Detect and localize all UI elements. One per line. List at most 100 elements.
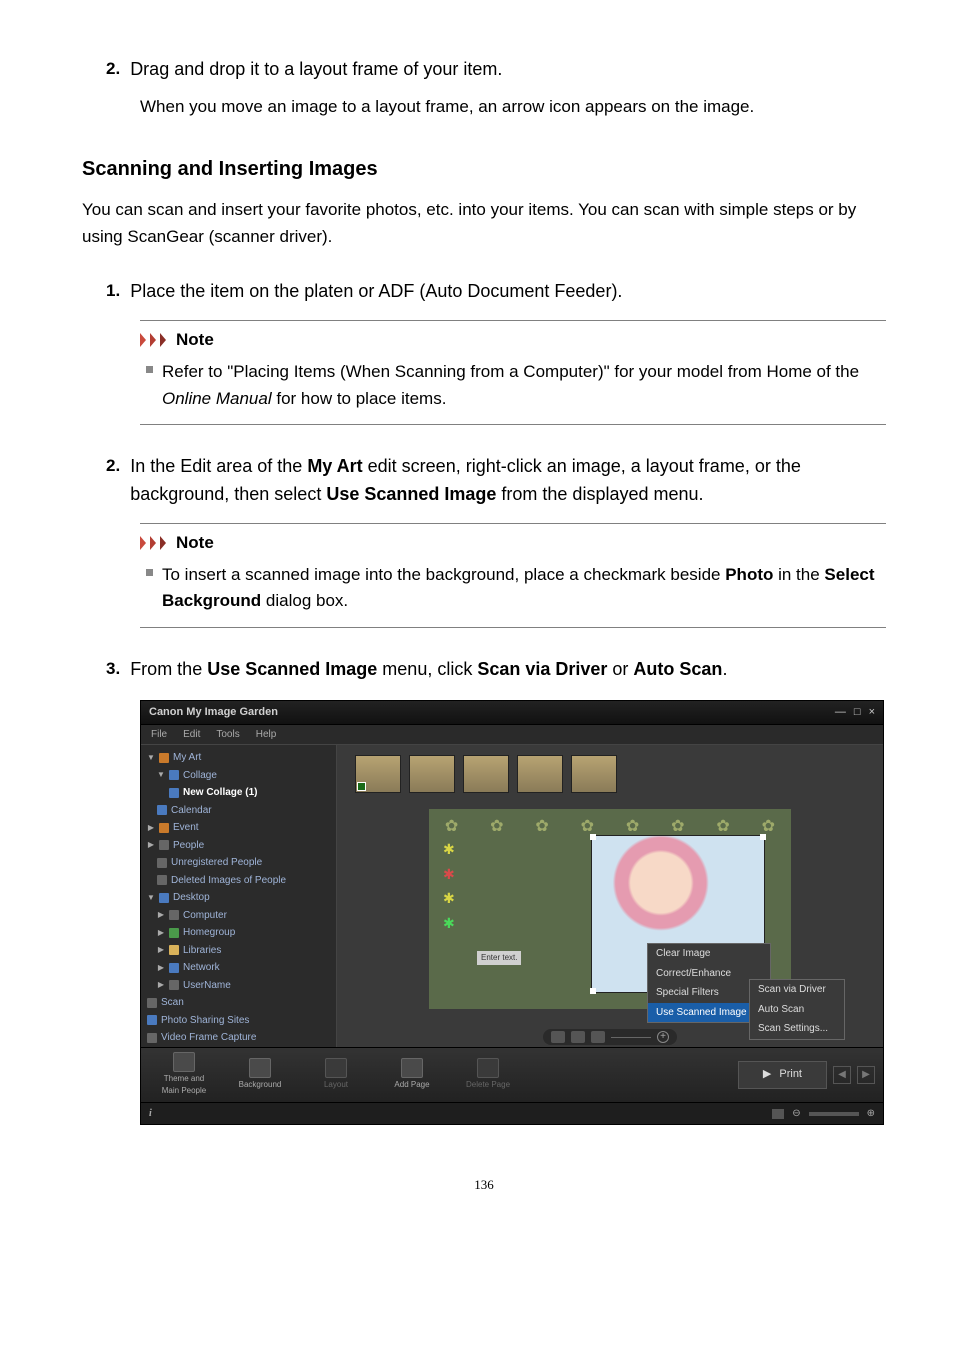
thumbnail-strip <box>337 745 883 803</box>
btn-theme-people[interactable]: Theme and Main People <box>149 1052 219 1098</box>
thumbnail[interactable] <box>463 755 509 793</box>
user-icon <box>169 980 179 990</box>
window-title: Canon My Image Garden <box>149 704 278 721</box>
step-text: Drag and drop it to a layout frame of yo… <box>130 56 502 84</box>
step-number: 3. <box>106 656 120 684</box>
sidebar-item-collage[interactable]: ▼Collage <box>145 767 332 785</box>
network-icon <box>169 963 179 973</box>
btn-print[interactable]: ▶Print <box>738 1061 827 1088</box>
sidebar-item-scan[interactable]: Scan <box>145 994 332 1012</box>
sidebar-item-computer[interactable]: ▶Computer <box>145 907 332 925</box>
note-chevron-icon <box>140 536 170 550</box>
event-icon <box>159 823 169 833</box>
rotate-left-icon[interactable] <box>551 1031 565 1043</box>
menu-help[interactable]: Help <box>256 727 277 743</box>
close-icon[interactable]: × <box>869 704 875 721</box>
maximize-icon[interactable]: □ <box>854 704 861 721</box>
menu-file[interactable]: File <box>151 727 167 743</box>
menu-edit[interactable]: Edit <box>183 727 200 743</box>
sharing-icon <box>147 1015 157 1025</box>
video-icon <box>147 1033 157 1043</box>
note-body: Refer to "Placing Items (When Scanning f… <box>140 357 886 414</box>
menubar: File Edit Tools Help <box>141 725 883 746</box>
btn-next[interactable]: ▶ <box>857 1066 875 1084</box>
sidebar-item-event[interactable]: ▶Event <box>145 819 332 837</box>
checkmark-icon <box>357 782 366 791</box>
submenu-auto-scan[interactable]: Auto Scan <box>750 1000 844 1020</box>
note-em: Online Manual <box>162 389 272 408</box>
submenu-scan-via-driver[interactable]: Scan via Driver <box>750 980 844 1000</box>
menu-tools[interactable]: Tools <box>216 727 239 743</box>
thumbnail[interactable] <box>355 755 401 793</box>
canvas-decor-stars: ✱✱✱✱ <box>443 839 455 935</box>
sidebar-item-deleted[interactable]: Deleted Images of People <box>145 872 332 890</box>
palette-icon <box>159 753 169 763</box>
context-submenu: Scan via Driver Auto Scan Scan Settings.… <box>749 979 845 1040</box>
layout-icon <box>325 1058 347 1078</box>
rotate-right-icon[interactable] <box>571 1031 585 1043</box>
step-text: From the Use Scanned Image menu, click S… <box>130 656 727 684</box>
folder-icon <box>169 945 179 955</box>
sidebar-item-libraries[interactable]: ▶Libraries <box>145 942 332 960</box>
sidebar-item-username[interactable]: ▶UserName <box>145 977 332 995</box>
note-box: Note To insert a scanned image into the … <box>140 523 886 628</box>
scan-icon <box>147 998 157 1008</box>
slider-minus-icon[interactable]: ⊖ <box>792 1106 800 1122</box>
collage-icon <box>169 770 179 780</box>
theme-icon <box>173 1052 195 1072</box>
ctx-clear-image[interactable]: Clear Image <box>648 944 770 964</box>
note-label: Note <box>176 327 214 353</box>
btn-layout: Layout <box>301 1058 371 1091</box>
sidebar-item-new-collage[interactable]: New Collage (1) <box>145 784 332 802</box>
sidebar-item-myart[interactable]: ▼My Art <box>145 749 332 767</box>
slider-plus-icon[interactable]: ⊕ <box>867 1106 875 1122</box>
view-icon[interactable] <box>772 1109 784 1119</box>
step-number: 2. <box>106 453 120 509</box>
trash-icon[interactable] <box>591 1031 605 1043</box>
app-window: Canon My Image Garden — □ × File Edit To… <box>140 700 884 1126</box>
sidebar-item-unregistered[interactable]: Unregistered People <box>145 854 332 872</box>
background-icon <box>249 1058 271 1078</box>
text-placeholder[interactable]: Enter text. <box>477 951 521 965</box>
note-text: Refer to "Placing Items (When Scanning f… <box>162 362 859 381</box>
minimize-icon[interactable]: — <box>835 704 846 721</box>
note-text: for how to place items. <box>272 389 447 408</box>
sidebar-item-photo-sharing[interactable]: Photo Sharing Sites <box>145 1012 332 1030</box>
note-box: Note Refer to "Placing Items (When Scann… <box>140 320 886 425</box>
computer-icon <box>169 910 179 920</box>
btn-background[interactable]: Background <box>225 1058 295 1091</box>
sidebar-item-calendar[interactable]: Calendar <box>145 802 332 820</box>
submenu-scan-settings[interactable]: Scan Settings... <box>750 1019 844 1039</box>
sidebar-item-video-frame[interactable]: Video Frame Capture <box>145 1029 332 1047</box>
sidebar-item-homegroup[interactable]: ▶Homegroup <box>145 924 332 942</box>
canvas-toolbar: + <box>543 1029 677 1045</box>
section-heading: Scanning and Inserting Images <box>82 154 886 185</box>
sidebar: ▼My Art ▼Collage New Collage (1) Calenda… <box>141 745 337 1047</box>
add-page-icon <box>401 1058 423 1078</box>
delete-page-icon <box>477 1058 499 1078</box>
btn-add-page[interactable]: Add Page <box>377 1058 447 1091</box>
bottom-toolbar: Theme and Main People Background Layout … <box>141 1047 883 1102</box>
calendar-icon <box>157 805 167 815</box>
sidebar-item-people[interactable]: ▶People <box>145 837 332 855</box>
thumbnail[interactable] <box>517 755 563 793</box>
play-icon: ▶ <box>763 1066 771 1083</box>
sidebar-item-download-premium[interactable]: Download PREMIUM Contents <box>145 1047 332 1048</box>
step-subtext: When you move an image to a layout frame… <box>140 94 886 120</box>
section-intro: You can scan and insert your favorite ph… <box>82 197 886 250</box>
note-chevron-icon <box>140 333 170 347</box>
bullet-icon <box>146 569 153 576</box>
homegroup-icon <box>169 928 179 938</box>
sidebar-item-desktop[interactable]: ▼Desktop <box>145 889 332 907</box>
zoom-slider[interactable] <box>809 1112 859 1116</box>
step-text: Place the item on the platen or ADF (Aut… <box>130 278 622 306</box>
add-icon[interactable]: + <box>657 1031 669 1043</box>
titlebar: Canon My Image Garden — □ × <box>141 701 883 725</box>
step-number: 1. <box>106 278 120 306</box>
btn-prev[interactable]: ◀ <box>833 1066 851 1084</box>
thumbnail[interactable] <box>409 755 455 793</box>
thumbnail[interactable] <box>571 755 617 793</box>
status-info-icon[interactable]: i <box>149 1106 152 1122</box>
sidebar-item-network[interactable]: ▶Network <box>145 959 332 977</box>
desktop-icon <box>159 893 169 903</box>
